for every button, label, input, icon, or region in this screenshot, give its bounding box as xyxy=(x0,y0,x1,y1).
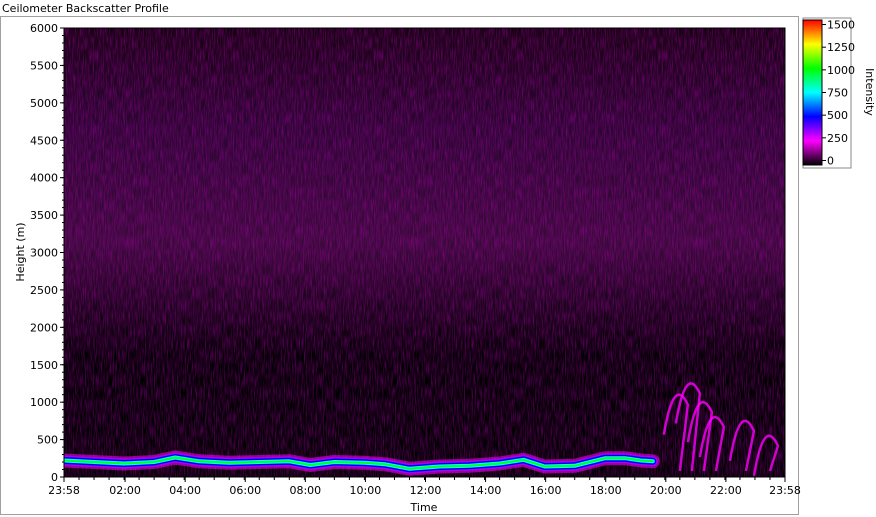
x-tick-label: 22:00 xyxy=(710,484,742,497)
y-tick-label: 1000 xyxy=(30,396,58,409)
x-tick-label: 04:00 xyxy=(169,484,201,497)
y-tick-label: 0 xyxy=(51,471,58,484)
colorbar-tick-label: 0 xyxy=(827,154,834,167)
x-tick-label: 08:00 xyxy=(289,484,321,497)
x-tick-label: 06:00 xyxy=(229,484,261,497)
x-tick-label: 20:00 xyxy=(650,484,682,497)
colorbar-tick-label: 1000 xyxy=(827,64,855,77)
x-tick-label: 16:00 xyxy=(530,484,562,497)
background-noise xyxy=(64,28,785,477)
x-tick-label: 02:00 xyxy=(109,484,141,497)
colorbar-tick-label: 1500 xyxy=(827,19,855,32)
y-axis-label: Height (m) xyxy=(14,222,27,281)
y-tick-label: 6000 xyxy=(30,22,58,35)
y-tick-label: 3500 xyxy=(30,209,58,222)
colorbar xyxy=(802,19,823,166)
y-tick-label: 500 xyxy=(37,434,58,447)
x-tick-label: 18:00 xyxy=(590,484,622,497)
x-tick-label: 10:00 xyxy=(350,484,382,497)
y-tick-label: 5000 xyxy=(30,97,58,110)
x-tick-label: 12:00 xyxy=(410,484,442,497)
colorbar-tick-label: 500 xyxy=(827,109,848,122)
y-axis: 0 500 1000 1500 2000 2500 3000 3500 4000 4500 5000… xyxy=(30,22,64,484)
x-tick-label: 23:58 xyxy=(48,484,80,497)
y-tick-label: 2500 xyxy=(30,284,58,297)
colorbar-tick-label: 1250 xyxy=(827,41,855,54)
x-axis: 23:58 02:00 04:00 06:00 08:00 10:00 12:00 14:00… xyxy=(48,477,801,497)
colorbar-label: Intensity xyxy=(863,68,876,116)
x-tick-label: 14:00 xyxy=(470,484,502,497)
chart: 0500100015002000250030003500400045005000… xyxy=(14,17,876,514)
x-axis-label: Time xyxy=(410,501,438,514)
y-tick-label: 3000 xyxy=(30,247,58,260)
y-tick-label: 5500 xyxy=(30,59,58,72)
colorbar-tick-label: 250 xyxy=(827,132,848,145)
x-tick-label: 23:58 xyxy=(769,484,801,497)
boundary-layer-band xyxy=(64,450,660,476)
y-tick-label: 4000 xyxy=(30,172,58,185)
y-tick-label: 4500 xyxy=(30,134,58,147)
y-tick-label: 2000 xyxy=(30,321,58,334)
colorbar-tick-label: 750 xyxy=(827,87,848,100)
y-tick-label: 1500 xyxy=(30,359,58,372)
